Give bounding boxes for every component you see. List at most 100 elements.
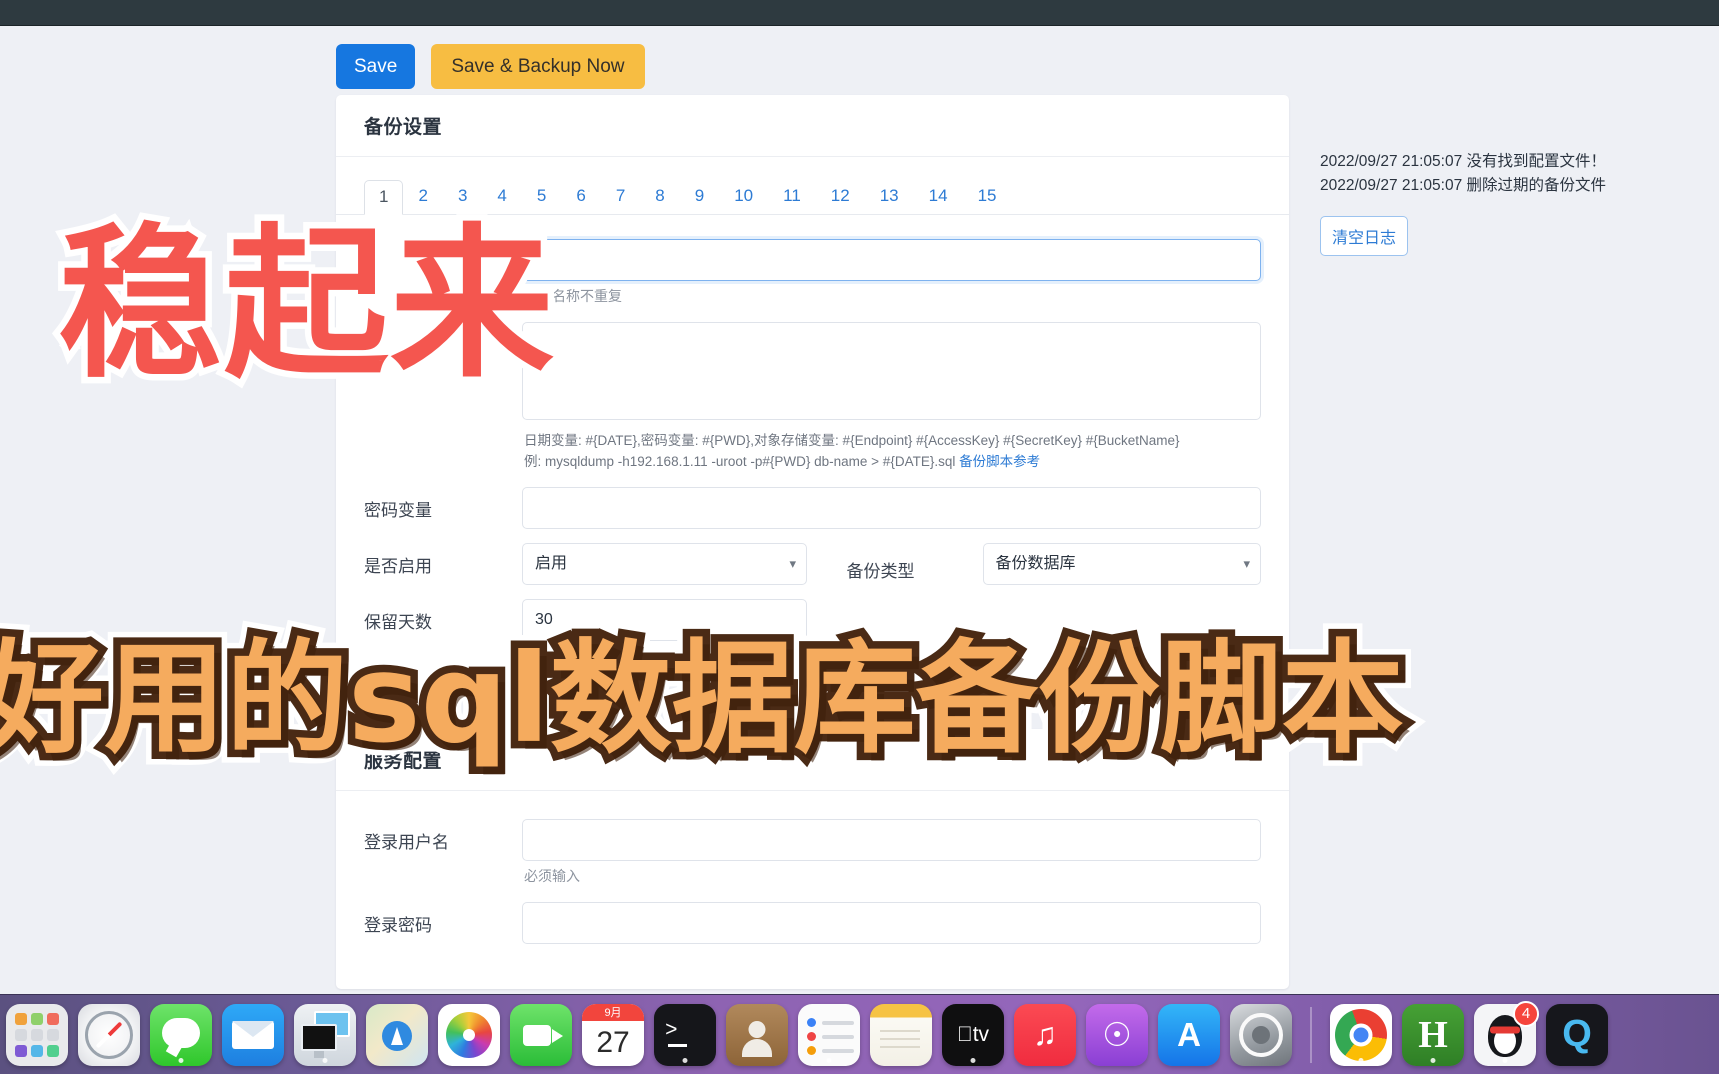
dock-icon-photos[interactable] bbox=[438, 1003, 500, 1066]
backup-settings-title: 备份设置 bbox=[364, 117, 443, 138]
dock-icon-quicktime[interactable]: Q bbox=[1546, 1003, 1608, 1066]
terminal-cursor-icon bbox=[668, 1043, 687, 1047]
music-note-icon: ♫ bbox=[1033, 1016, 1057, 1052]
tab-15[interactable]: 15 bbox=[963, 179, 1012, 214]
tab-8[interactable]: 8 bbox=[640, 179, 679, 214]
script-reference-link[interactable]: 备份脚本参考 bbox=[959, 454, 1040, 469]
dock-icon-terminal[interactable]: > bbox=[654, 1003, 716, 1066]
macos-dock: 9月 27 > tv bbox=[0, 994, 1719, 1074]
penguin-scarf-icon bbox=[1490, 1026, 1520, 1034]
dock-icon-calendar[interactable]: 9月 27 bbox=[582, 1003, 644, 1066]
dock-icon-appletv[interactable]: tv bbox=[942, 1003, 1004, 1066]
log-panel: 2022/09/27 21:05:07 没有找到配置文件！ 2022/09/27… bbox=[1320, 150, 1719, 257]
running-dot bbox=[682, 1057, 688, 1063]
reminder-line-2 bbox=[822, 1034, 854, 1039]
clear-log-button[interactable]: 清空日志 bbox=[1320, 216, 1409, 257]
tab-11[interactable]: 11 bbox=[768, 179, 816, 214]
calendar-month-label: 9月 bbox=[582, 1003, 644, 1021]
letter-h-icon: H bbox=[1418, 1013, 1448, 1056]
dock-icon-maps[interactable] bbox=[366, 1003, 428, 1066]
backup-type-select[interactable]: 备份数据库 备份文件 备份目录 bbox=[982, 542, 1261, 585]
tab-7[interactable]: 7 bbox=[601, 179, 640, 214]
dock-icon-launchpad[interactable] bbox=[6, 1003, 68, 1066]
password-variable-input[interactable] bbox=[522, 486, 1261, 529]
monitor-front-icon bbox=[301, 1023, 337, 1051]
save-button[interactable]: Save bbox=[336, 44, 416, 89]
script-row: 日期变量: #{DATE},密码变量: #{PWD},对象存储变量: #{End… bbox=[364, 321, 1261, 481]
note-line-2 bbox=[880, 1037, 920, 1040]
dock-icon-typora[interactable]: H bbox=[1402, 1003, 1464, 1066]
dock-icon-reminders[interactable] bbox=[798, 1003, 860, 1066]
dock-icon-screen-sharing[interactable] bbox=[294, 1003, 356, 1066]
dock-icon-notes[interactable] bbox=[870, 1003, 932, 1066]
dock-icon-music[interactable]: ♫ bbox=[1014, 1003, 1076, 1066]
backup-type-label: 备份类型 bbox=[846, 561, 915, 581]
dock-icon-app-store[interactable]: A bbox=[1158, 1003, 1220, 1066]
login-password-label: 登录密码 bbox=[364, 915, 432, 935]
quicktime-q-icon: Q bbox=[1562, 1013, 1592, 1055]
backup-name-input[interactable] bbox=[522, 239, 1261, 281]
dock-icon-chrome[interactable] bbox=[1330, 1003, 1392, 1066]
backup-name-hint: 确保名称不重复 bbox=[524, 288, 622, 304]
service-config-header: 服务配置 bbox=[336, 729, 1289, 791]
dock-icon-mail[interactable] bbox=[222, 1003, 284, 1066]
speech-bubble-icon bbox=[162, 1017, 200, 1048]
tab-2[interactable]: 2 bbox=[403, 179, 442, 214]
script-hint-line-1: 日期变量: #{DATE},密码变量: #{PWD},对象存储变量: #{End… bbox=[524, 432, 1180, 448]
dock-icon-podcasts[interactable]: ☉ bbox=[1086, 1003, 1148, 1066]
name-label bbox=[364, 239, 522, 273]
backup-script-textarea[interactable] bbox=[522, 321, 1261, 420]
dock-icon-system-preferences[interactable] bbox=[1230, 1003, 1292, 1066]
tab-12[interactable]: 12 bbox=[816, 179, 865, 214]
dock-separator bbox=[1310, 1006, 1312, 1063]
running-dot bbox=[826, 1057, 832, 1063]
dock-icon-messages[interactable] bbox=[150, 1003, 212, 1066]
note-line-3 bbox=[880, 1045, 920, 1048]
pinwheel-icon bbox=[446, 1011, 492, 1058]
backup-tabs: 1 2 3 4 5 6 7 8 9 10 11 12 13 14 15 bbox=[336, 157, 1289, 215]
dock-icon-safari[interactable] bbox=[78, 1003, 140, 1066]
calendar-day-label: 27 bbox=[596, 1026, 630, 1059]
enabled-select[interactable]: 启用 禁用 bbox=[522, 542, 807, 585]
apple-tv-icon: tv bbox=[957, 1022, 989, 1046]
dock-icon-contacts[interactable] bbox=[726, 1003, 788, 1066]
retention-label: 保留天数 bbox=[364, 612, 432, 632]
tab-6[interactable]: 6 bbox=[561, 179, 600, 214]
action-button-row: Save Save & Backup Now bbox=[336, 44, 645, 89]
save-and-backup-now-button[interactable]: Save & Backup Now bbox=[431, 44, 645, 89]
chrome-center-icon bbox=[1349, 1023, 1373, 1046]
login-username-input[interactable] bbox=[522, 819, 1261, 861]
tab-9[interactable]: 9 bbox=[680, 179, 719, 214]
gear-center-icon bbox=[1252, 1025, 1270, 1044]
running-dot bbox=[466, 1057, 472, 1063]
qq-badge: 4 bbox=[1513, 1000, 1539, 1027]
login-username-label: 登录用户名 bbox=[364, 833, 449, 852]
running-dot bbox=[1430, 1057, 1436, 1063]
dock-icon-qq[interactable]: 4 bbox=[1474, 1000, 1539, 1066]
script-hint-block: 日期变量: #{DATE},密码变量: #{PWD},对象存储变量: #{End… bbox=[522, 425, 1261, 481]
backup-settings-card: 备份设置 1 2 3 4 5 6 7 8 9 10 11 12 13 14 15 bbox=[336, 95, 1289, 677]
monitor-stand-icon bbox=[314, 1050, 324, 1058]
running-dot bbox=[970, 1057, 976, 1063]
tab-1[interactable]: 1 bbox=[364, 180, 404, 215]
video-camera-icon bbox=[523, 1024, 563, 1046]
password-variable-label: 密码变量 bbox=[364, 500, 432, 520]
log-line-2: 2022/09/27 21:05:07 删除过期的备份文件 bbox=[1320, 177, 1607, 195]
tab-14[interactable]: 14 bbox=[914, 179, 963, 214]
tab-5[interactable]: 5 bbox=[522, 179, 561, 214]
backup-form: 确保名称不重复 日期变量: #{DATE},密码变量: #{PWD},对象存储变… bbox=[336, 215, 1289, 677]
reminder-dot-red-icon bbox=[807, 1031, 816, 1041]
tab-10[interactable]: 10 bbox=[719, 179, 768, 214]
running-dot bbox=[1358, 1057, 1364, 1063]
reminder-line-1 bbox=[822, 1020, 854, 1025]
script-hint-example: 例: mysqldump -h192.168.1.11 -uroot -p#{P… bbox=[524, 453, 960, 469]
retention-input[interactable] bbox=[522, 598, 807, 641]
person-head-icon bbox=[748, 1020, 766, 1038]
login-password-input[interactable] bbox=[522, 901, 1261, 944]
tab-4[interactable]: 4 bbox=[482, 179, 521, 214]
tab-3[interactable]: 3 bbox=[443, 179, 482, 214]
enabled-and-type-row: 是否启用 启用 禁用 ▾ 备份类型 备份数据库 备份文件 bbox=[364, 542, 1261, 585]
dock-icon-facetime[interactable] bbox=[510, 1003, 572, 1066]
tab-13[interactable]: 13 bbox=[865, 179, 914, 214]
person-body-icon bbox=[742, 1038, 772, 1057]
